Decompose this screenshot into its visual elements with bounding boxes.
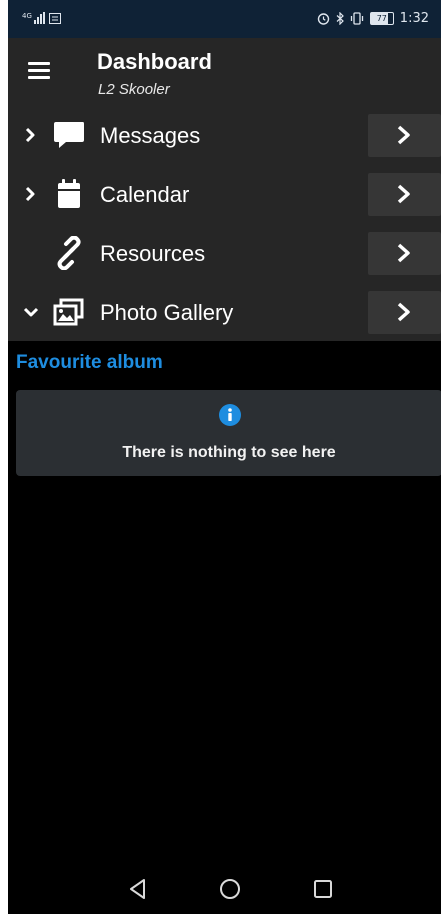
chevron-right-icon[interactable] xyxy=(22,185,40,203)
network-label: 4G xyxy=(22,12,32,20)
info-icon xyxy=(219,404,241,426)
empty-state-message: There is nothing to see here xyxy=(122,444,336,461)
menu-item-messages[interactable]: Messages xyxy=(8,106,441,165)
menu-item-resources[interactable]: Resources xyxy=(8,224,441,283)
vibrate-icon xyxy=(350,12,363,25)
app-header: Dashboard L2 Skooler xyxy=(8,38,441,106)
chevron-right-icon xyxy=(397,243,410,263)
status-bar-left: 4G xyxy=(22,12,61,24)
photo-gallery-icon xyxy=(53,298,84,326)
system-nav-bar xyxy=(8,864,441,914)
favourite-album-title: Favourite album xyxy=(16,352,163,373)
chevron-right-icon xyxy=(397,184,410,204)
recents-icon[interactable] xyxy=(310,876,336,902)
chat-bubble-icon xyxy=(54,122,84,148)
menu-item-calendar[interactable]: Calendar xyxy=(8,165,441,224)
menu-item-label: Messages xyxy=(100,123,201,148)
chevron-right-icon xyxy=(397,125,410,145)
menu-item-photo-gallery[interactable]: Photo Gallery xyxy=(8,283,441,342)
menu-item-label: Photo Gallery xyxy=(100,300,234,325)
bluetooth-icon xyxy=(336,12,344,25)
signal-icon xyxy=(33,12,45,24)
status-bar-right: 77 1:32 xyxy=(317,11,429,26)
page-subtitle: L2 Skooler xyxy=(98,81,170,98)
chevron-right-icon[interactable] xyxy=(22,126,40,144)
calendar-icon xyxy=(58,179,80,208)
open-resources-button[interactable] xyxy=(368,232,441,275)
empty-state-card: There is nothing to see here xyxy=(16,390,441,476)
open-photo-gallery-button[interactable] xyxy=(368,291,441,334)
status-bar: 4G 77 1:32 xyxy=(8,0,441,38)
clock: 1:32 xyxy=(399,11,429,26)
menu-item-label: Calendar xyxy=(100,182,190,207)
alarm-icon xyxy=(317,13,329,25)
battery-icon: 77 xyxy=(369,12,394,25)
link-icon xyxy=(57,236,81,270)
open-calendar-button[interactable] xyxy=(368,173,441,216)
battery-level: 77 xyxy=(376,14,387,23)
home-icon[interactable] xyxy=(217,876,243,902)
menu-item-label: Resources xyxy=(100,241,206,266)
message-icon xyxy=(48,13,61,24)
phone-screen: 4G 77 1:32 Dashboard L2 Skooler Messages xyxy=(8,0,441,914)
open-messages-button[interactable] xyxy=(368,114,441,157)
chevron-right-icon xyxy=(397,302,410,322)
page-title: Dashboard xyxy=(97,49,212,74)
chevron-down-icon[interactable] xyxy=(22,303,40,321)
back-icon[interactable] xyxy=(125,876,151,902)
dashboard-menu: Messages Calendar Resources Photo Galler… xyxy=(8,106,441,341)
hamburger-menu-icon[interactable] xyxy=(28,62,50,80)
